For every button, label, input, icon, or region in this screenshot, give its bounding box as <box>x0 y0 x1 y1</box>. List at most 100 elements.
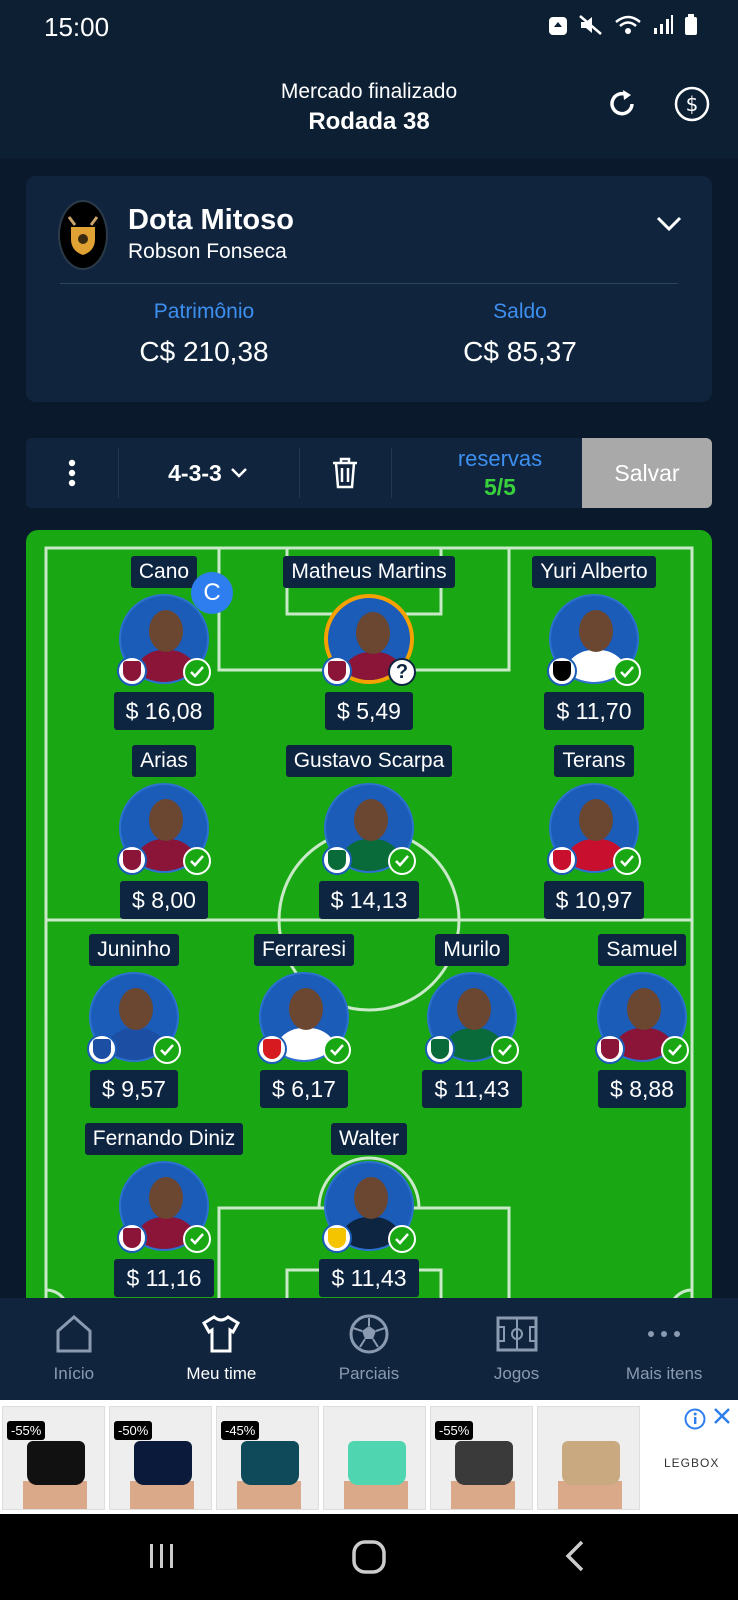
player-photo <box>322 1161 416 1253</box>
divider <box>60 283 678 284</box>
player-photo <box>595 972 689 1064</box>
ad-model-legs <box>451 1481 515 1509</box>
ad-banner[interactable]: LEGBOX -55% -50% -45% -55% <box>0 1400 738 1514</box>
refresh-icon <box>610 90 634 116</box>
ad-brand: LEGBOX <box>664 1456 720 1470</box>
ad-product-image <box>562 1441 620 1485</box>
ad-product-tile[interactable] <box>323 1406 426 1510</box>
player-card[interactable]: Fernando Diniz $ 11,16 <box>84 1123 244 1297</box>
check-status-icon <box>183 658 211 686</box>
ad-model-legs <box>130 1481 194 1509</box>
team-card[interactable]: Dota Mitoso Robson Fonseca Patrimônio C$… <box>26 176 712 402</box>
clear-lineup-button[interactable] <box>299 438 391 508</box>
player-card[interactable]: Ferraresi $ 6,17 <box>224 934 384 1108</box>
club-shield-icon <box>425 1034 455 1064</box>
ad-product-tile[interactable]: -45% <box>216 1406 319 1510</box>
nav-home[interactable]: Início <box>0 1298 148 1400</box>
player-price: $ 11,43 <box>422 1070 522 1108</box>
player-name: Fernando Diniz <box>84 1123 244 1155</box>
player-price: $ 5,49 <box>325 692 413 730</box>
player-photo <box>322 783 416 875</box>
ad-product-image <box>348 1441 406 1485</box>
player-head <box>354 799 388 841</box>
patrimonio-label: Patrimônio <box>153 300 255 323</box>
ad-product-image <box>455 1441 513 1485</box>
info-icon[interactable] <box>684 1408 706 1435</box>
player-card[interactable]: Yuri Alberto $ 11,70 <box>514 556 674 730</box>
player-head <box>289 988 323 1030</box>
nav-more[interactable]: Mais itens <box>590 1298 738 1400</box>
menu-button[interactable] <box>26 438 118 508</box>
ad-model-legs <box>558 1481 622 1509</box>
doubt-status-icon: ? <box>388 658 416 686</box>
player-price: $ 6,17 <box>260 1070 348 1108</box>
bottom-nav: Início Meu time Parciais Jogos Mais iten… <box>0 1298 738 1400</box>
close-icon[interactable] <box>712 1406 732 1431</box>
player-card[interactable]: Matheus Martins? $ 5,49 <box>283 556 455 730</box>
player-head <box>579 610 613 652</box>
soccer-ball-icon <box>349 1314 389 1354</box>
player-card[interactable]: Samuel $ 8,88 <box>562 934 712 1108</box>
ad-product-tile[interactable]: -55% <box>2 1406 105 1510</box>
money-button[interactable]: $ <box>672 84 712 124</box>
svg-text:$: $ <box>686 92 699 116</box>
player-name: Terans <box>554 745 634 777</box>
nav-partials[interactable]: Parciais <box>295 1298 443 1400</box>
club-shield-icon <box>117 656 147 686</box>
club-shield-icon <box>322 845 352 875</box>
club-shield-icon <box>547 656 577 686</box>
formation-value: 4-3-3 <box>168 459 222 486</box>
player-photo <box>425 972 519 1064</box>
player-price: $ 11,16 <box>114 1259 214 1297</box>
recent-apps-button[interactable] <box>142 1536 182 1576</box>
refresh-button[interactable] <box>602 84 642 124</box>
ad-product-tile[interactable] <box>537 1406 640 1510</box>
nav-label: Meu time <box>186 1364 257 1383</box>
kebab-menu-icon <box>68 459 76 487</box>
player-price: $ 11,70 <box>544 692 644 730</box>
player-card[interactable]: Terans $ 10,97 <box>514 745 674 919</box>
home-circle-icon <box>352 1540 386 1574</box>
captain-badge[interactable]: C <box>191 572 233 614</box>
recycle-notification-icon <box>549 17 567 35</box>
player-card[interactable]: Cano C $ 16,08 <box>84 556 244 730</box>
check-status-icon <box>153 1036 181 1064</box>
player-card[interactable]: Juninho $ 9,57 <box>54 934 214 1108</box>
player-photo <box>547 783 641 875</box>
ad-model-legs <box>237 1481 301 1509</box>
nav-games[interactable]: Jogos <box>443 1298 591 1400</box>
back-button[interactable] <box>556 1536 596 1576</box>
player-head <box>149 799 183 841</box>
player-price: $ 8,88 <box>598 1070 686 1108</box>
reserves-button[interactable]: reservas 5/5 <box>392 438 608 508</box>
player-card[interactable]: Murilo $ 11,43 <box>392 934 552 1108</box>
player-card[interactable]: Arias $ 8,00 <box>84 745 244 919</box>
club-shield-icon <box>595 1034 625 1064</box>
back-chevron-icon <box>565 1540 584 1572</box>
nav-label: Início <box>53 1364 95 1383</box>
club-shield-icon <box>87 1034 117 1064</box>
ad-model-legs <box>344 1481 408 1509</box>
player-card[interactable]: Walter $ 11,43 <box>289 1123 449 1297</box>
save-button[interactable]: Salvar <box>582 438 712 508</box>
formation-select[interactable]: 4-3-3 <box>118 438 298 508</box>
player-name: Walter <box>331 1123 407 1155</box>
ad-product-tile[interactable]: -55% <box>430 1406 533 1510</box>
home-system-button[interactable] <box>348 1536 390 1578</box>
ad-model-legs <box>23 1481 87 1509</box>
chevron-down-icon[interactable] <box>656 216 682 237</box>
player-card[interactable]: Gustavo Scarpa $ 14,13 <box>285 745 453 919</box>
ad-product-image <box>241 1441 299 1485</box>
signal-icon <box>654 15 673 34</box>
player-name: Juninho <box>89 934 179 966</box>
check-status-icon <box>183 847 211 875</box>
player-name: Cano <box>130 556 198 588</box>
ad-product-tile[interactable]: -50% <box>109 1406 212 1510</box>
player-photo: ? <box>322 594 416 686</box>
wifi-icon <box>615 15 641 34</box>
nav-my-team[interactable]: Meu time <box>148 1298 296 1400</box>
player-name: Murilo <box>435 934 509 966</box>
status-time: 15:00 <box>44 12 110 42</box>
club-shield-icon <box>322 656 352 686</box>
ad-product-image <box>134 1441 192 1485</box>
